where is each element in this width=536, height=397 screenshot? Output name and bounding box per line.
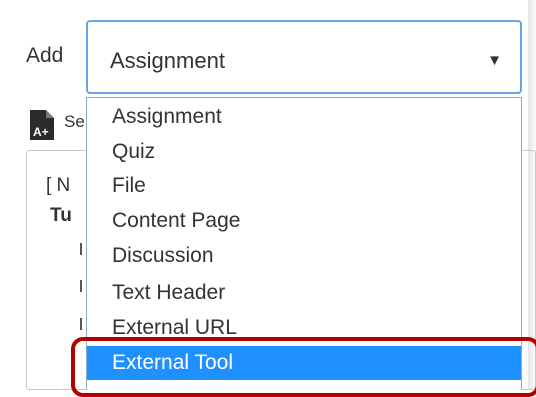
obscured-text-n: [ N bbox=[46, 175, 71, 196]
option-text-header[interactable]: Text Header bbox=[87, 276, 521, 310]
tree-line bbox=[80, 280, 82, 292]
option-external-tool[interactable]: External Tool bbox=[87, 346, 521, 380]
select-value: Assignment bbox=[110, 48, 225, 73]
option-file[interactable]: File bbox=[87, 169, 521, 203]
option-quiz[interactable]: Quiz bbox=[87, 135, 521, 169]
item-type-select[interactable]: Assignment ▼ bbox=[86, 20, 522, 94]
option-discussion[interactable]: Discussion bbox=[87, 239, 521, 273]
chevron-down-icon: ▼ bbox=[487, 52, 502, 69]
obscured-text-tu: Tu bbox=[50, 205, 72, 226]
document-grade-icon: A+ bbox=[26, 108, 58, 147]
item-type-dropdown-list[interactable]: Assignment Quiz File Content Page Discus… bbox=[86, 97, 522, 390]
tree-line bbox=[80, 318, 82, 330]
tree-line bbox=[80, 243, 82, 255]
obscured-text-se: Se bbox=[64, 112, 85, 131]
option-assignment[interactable]: Assignment bbox=[87, 100, 521, 134]
option-external-url[interactable]: External URL bbox=[87, 311, 521, 345]
svg-text:A+: A+ bbox=[33, 125, 49, 139]
option-content-page[interactable]: Content Page bbox=[87, 204, 521, 238]
add-item-dialog: Add Assignment ▼ A+ Se [ N Tu Assignment… bbox=[0, 0, 536, 397]
add-label: Add bbox=[26, 44, 64, 67]
